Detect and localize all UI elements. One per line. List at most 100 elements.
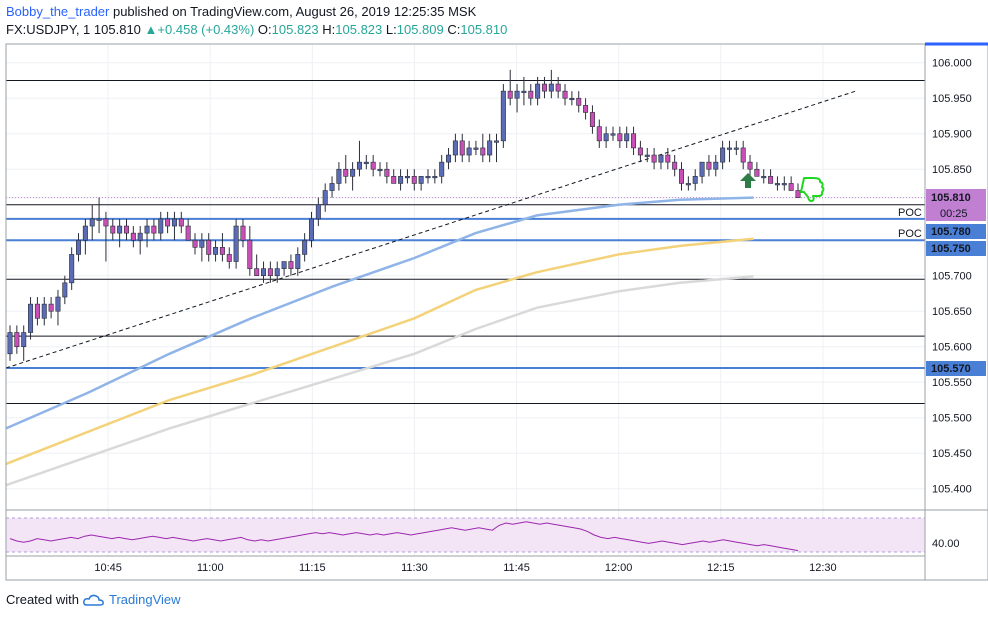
candle-body-51 bbox=[356, 161, 362, 170]
candle-50 bbox=[350, 162, 356, 191]
candle-body-74 bbox=[514, 90, 520, 99]
candle-body-89 bbox=[617, 133, 623, 142]
candle-body-91 bbox=[631, 133, 637, 149]
candle-body-26 bbox=[185, 225, 191, 241]
candle-65 bbox=[452, 133, 458, 163]
candle-body-81 bbox=[562, 90, 568, 99]
candle-115 bbox=[795, 183, 801, 198]
candle-58 bbox=[404, 169, 410, 184]
candle-body-9 bbox=[69, 254, 75, 284]
up-arrow-icon[interactable] bbox=[740, 173, 756, 188]
candle-body-49 bbox=[343, 168, 349, 177]
candle-79 bbox=[548, 69, 554, 99]
candle-body-32 bbox=[226, 254, 232, 262]
candle-body-20 bbox=[144, 225, 150, 234]
candle-body-82 bbox=[569, 97, 575, 101]
candle-44 bbox=[308, 211, 314, 248]
candle-body-85 bbox=[589, 112, 595, 127]
candle-body-1 bbox=[14, 332, 20, 348]
candle-68 bbox=[473, 140, 479, 156]
candle-body-96 bbox=[665, 154, 671, 163]
candle-69 bbox=[480, 133, 486, 163]
candle-body-65 bbox=[452, 140, 458, 156]
candle-113 bbox=[781, 176, 787, 191]
candle-14 bbox=[103, 211, 109, 262]
candle-101 bbox=[699, 161, 705, 184]
candle-body-105 bbox=[726, 147, 732, 150]
candle-97 bbox=[672, 155, 678, 177]
price-tick-7: 105.600 bbox=[932, 342, 972, 354]
candle-body-93 bbox=[644, 154, 650, 157]
candle-body-104 bbox=[720, 147, 726, 163]
candle-1 bbox=[14, 325, 20, 354]
candle-body-101 bbox=[699, 161, 705, 177]
cloud-logo-icon bbox=[83, 594, 104, 606]
time-tick-2: 11:15 bbox=[299, 562, 326, 574]
candle-57 bbox=[398, 169, 404, 191]
price-chart[interactable]: 106.000 105.950 105.900 105.850 105.700 105.6… bbox=[0, 0, 988, 618]
candle-body-44 bbox=[308, 218, 314, 241]
candle-99 bbox=[685, 176, 691, 191]
candle-body-95 bbox=[658, 154, 664, 163]
candle-body-34 bbox=[240, 225, 246, 241]
time-axis[interactable]: 10:45 11:00 11:15 11:30 11:45 12:00 12:15 12:30 bbox=[94, 562, 836, 574]
candle-32 bbox=[226, 247, 232, 269]
candle-98 bbox=[679, 162, 685, 191]
price-axis[interactable]: 106.000 105.950 105.900 105.850 105.700 105.6… bbox=[932, 58, 972, 496]
candle-81 bbox=[562, 84, 568, 106]
candle-body-80 bbox=[555, 83, 561, 92]
candle-49 bbox=[343, 155, 349, 184]
candle-body-23 bbox=[165, 218, 171, 227]
candle-body-66 bbox=[459, 140, 465, 156]
candle-body-27 bbox=[192, 239, 198, 248]
candle-body-83 bbox=[576, 97, 582, 106]
candle-body-76 bbox=[528, 90, 534, 99]
candle-103 bbox=[713, 155, 719, 177]
sma_mid-line bbox=[5, 237, 754, 466]
candle-94 bbox=[651, 147, 657, 170]
candle-body-29 bbox=[206, 239, 212, 255]
candle-5 bbox=[41, 297, 47, 326]
candle-body-0 bbox=[7, 332, 13, 355]
candle-54 bbox=[377, 162, 383, 177]
candle-body-99 bbox=[685, 183, 691, 186]
candle-body-107 bbox=[740, 147, 746, 163]
time-tick-7: 12:30 bbox=[809, 562, 837, 574]
price-tick-1: 105.950 bbox=[932, 93, 972, 105]
candle-30 bbox=[213, 240, 219, 262]
candle-106 bbox=[733, 140, 739, 156]
candle-46 bbox=[322, 183, 328, 212]
candle-body-40 bbox=[281, 261, 287, 269]
candle-105 bbox=[726, 140, 732, 163]
candle-27 bbox=[192, 233, 198, 255]
candle-33 bbox=[233, 218, 239, 269]
candle-108 bbox=[747, 155, 753, 177]
candle-35 bbox=[247, 226, 253, 276]
candle-body-16 bbox=[117, 225, 123, 234]
candle-body-62 bbox=[432, 176, 438, 179]
candle-body-55 bbox=[384, 168, 390, 177]
sma_slow-line bbox=[5, 275, 754, 487]
candle-body-56 bbox=[391, 176, 397, 184]
candle-40 bbox=[281, 261, 287, 276]
candle-47 bbox=[329, 176, 335, 198]
price-tick-10: 105.450 bbox=[932, 448, 972, 460]
candle-body-113 bbox=[781, 183, 787, 186]
candle-body-67 bbox=[466, 147, 472, 156]
candle-body-71 bbox=[494, 140, 500, 143]
candle-52 bbox=[363, 155, 369, 170]
candle-73 bbox=[507, 69, 513, 106]
candle-body-87 bbox=[603, 133, 609, 142]
candle-8 bbox=[62, 275, 68, 305]
candle-16 bbox=[117, 218, 123, 248]
candle-body-69 bbox=[480, 147, 486, 156]
candle-body-70 bbox=[487, 140, 493, 156]
candle-body-73 bbox=[507, 90, 513, 99]
candle-66 bbox=[459, 133, 465, 163]
tradingview-link[interactable]: TradingView bbox=[109, 592, 181, 607]
candle-63 bbox=[439, 155, 445, 184]
price-tick-3: 105.850 bbox=[932, 164, 972, 176]
price-tick-0: 106.000 bbox=[932, 58, 972, 70]
candle-3 bbox=[28, 297, 34, 340]
candle-body-103 bbox=[713, 161, 719, 170]
